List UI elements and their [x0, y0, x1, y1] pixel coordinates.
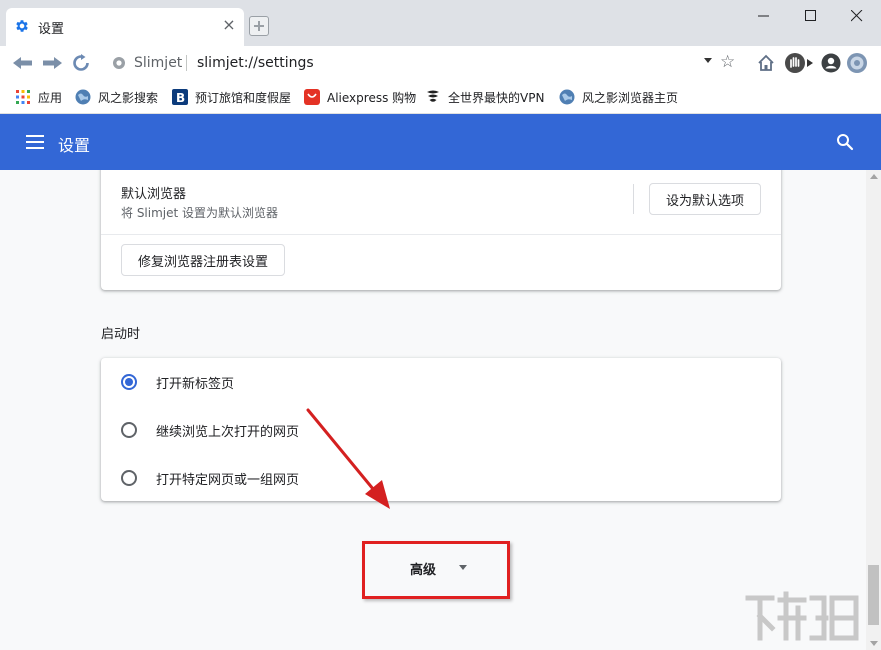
- close-icon[interactable]: [834, 2, 880, 30]
- tab-settings[interactable]: 设置 ×: [6, 8, 244, 46]
- home-icon[interactable]: [754, 51, 778, 75]
- startup-option-new-tab[interactable]: 打开新标签页: [121, 372, 234, 392]
- default-browser-subtitle: 将 Slimjet 设置为默认浏览器: [121, 206, 279, 220]
- svg-text:B: B: [176, 91, 185, 105]
- account-icon[interactable]: [819, 51, 843, 75]
- radio-button[interactable]: [121, 422, 137, 438]
- startup-option-continue[interactable]: 继续浏览上次打开的网页: [121, 420, 299, 440]
- browser-menu-icon[interactable]: [845, 51, 869, 75]
- search-icon[interactable]: [836, 133, 854, 151]
- title-bar: 设置 ×: [0, 0, 881, 46]
- bookmark-label: 风之影搜索: [98, 90, 159, 105]
- bookmark-fengzhiying-search[interactable]: 风之影搜索: [75, 87, 158, 107]
- radio-button[interactable]: [121, 470, 137, 486]
- bookmark-booking[interactable]: B 预订旅馆和度假屋: [172, 87, 291, 107]
- caret-right-icon[interactable]: [806, 51, 814, 75]
- radio-label: 打开新标签页: [156, 376, 235, 392]
- bookmark-label: 全世界最快的VPN: [448, 90, 545, 105]
- radio-button[interactable]: [121, 374, 137, 390]
- star-icon[interactable]: ☆: [720, 52, 735, 72]
- booking-icon: B: [172, 89, 188, 105]
- aliexpress-icon: [304, 89, 320, 105]
- default-browser-title: 默认浏览器: [121, 187, 187, 202]
- advanced-button[interactable]: 高级: [362, 541, 510, 599]
- scrollbar[interactable]: [866, 170, 881, 650]
- default-browser-card: 默认浏览器 将 Slimjet 设置为默认浏览器 设为默认选项 修复浏览器注册表…: [101, 170, 781, 290]
- url-text[interactable]: slimjet://settings: [197, 55, 314, 71]
- chevron-down-icon[interactable]: [704, 58, 712, 63]
- apps-grid-icon: [16, 90, 30, 104]
- address-bar[interactable]: Slimjet slimjet://settings ☆: [100, 49, 750, 77]
- bookmark-label: 预订旅馆和度假屋: [195, 90, 292, 105]
- hamburger-menu-icon[interactable]: [26, 135, 44, 149]
- watermark-logo: [745, 591, 859, 641]
- site-info-icon[interactable]: [112, 56, 126, 70]
- divider: [633, 184, 634, 214]
- omnibox-separator: [186, 55, 187, 71]
- bookmark-label: Aliexpress 购物: [327, 90, 417, 105]
- back-icon[interactable]: [12, 52, 34, 74]
- divider: [101, 234, 781, 235]
- vpn-icon: [427, 90, 439, 102]
- maximize-icon[interactable]: [788, 2, 834, 30]
- scroll-up-icon[interactable]: [870, 174, 878, 179]
- startup-option-specific-pages[interactable]: 打开特定网页或一组网页: [121, 468, 299, 488]
- settings-content: 默认浏览器 将 Slimjet 设置为默认浏览器 设为默认选项 修复浏览器注册表…: [0, 170, 866, 650]
- tab-close-icon[interactable]: ×: [220, 16, 238, 34]
- gear-icon: [16, 20, 28, 32]
- page-title: 设置: [58, 136, 91, 155]
- bookmark-aliexpress[interactable]: Aliexpress 购物: [304, 87, 416, 107]
- chevron-down-icon: [459, 565, 467, 570]
- forward-icon[interactable]: [41, 52, 63, 74]
- bookmark-label: 应用: [38, 90, 63, 105]
- settings-header: 设置: [0, 114, 881, 170]
- toolbar: Slimjet slimjet://settings ☆: [0, 46, 881, 80]
- radio-label: 打开特定网页或一组网页: [156, 472, 300, 488]
- bookmark-apps[interactable]: 应用: [15, 87, 62, 107]
- startup-card: 打开新标签页 继续浏览上次打开的网页 打开特定网页或一组网页: [101, 358, 781, 501]
- repair-registry-button[interactable]: 修复浏览器注册表设置: [121, 244, 285, 276]
- bookmark-label: 风之影浏览器主页: [582, 90, 679, 105]
- set-default-button[interactable]: 设为默认选项: [649, 183, 761, 215]
- hand-stop-icon[interactable]: [783, 51, 807, 75]
- reload-icon[interactable]: [70, 52, 92, 74]
- bookmarks-bar: 应用 风之影搜索 B 预订旅馆和度假屋 Aliexpress 购物 全世界最快的…: [0, 80, 881, 114]
- bookmark-vpn[interactable]: 全世界最快的VPN: [425, 87, 544, 107]
- new-tab-button[interactable]: [249, 16, 269, 36]
- omnibox-brand: Slimjet: [134, 55, 183, 71]
- radio-label: 继续浏览上次打开的网页: [156, 424, 300, 440]
- scroll-down-icon[interactable]: [870, 641, 878, 646]
- bookmark-fengzhiying-home[interactable]: 风之影浏览器主页: [559, 87, 678, 107]
- scroll-thumb[interactable]: [868, 565, 879, 625]
- globe-icon: [75, 89, 91, 105]
- minimize-icon[interactable]: [741, 2, 787, 30]
- startup-section-title: 启动时: [101, 327, 141, 342]
- advanced-label: 高级: [410, 563, 437, 578]
- tab-title: 设置: [38, 22, 65, 37]
- globe-icon: [559, 89, 575, 105]
